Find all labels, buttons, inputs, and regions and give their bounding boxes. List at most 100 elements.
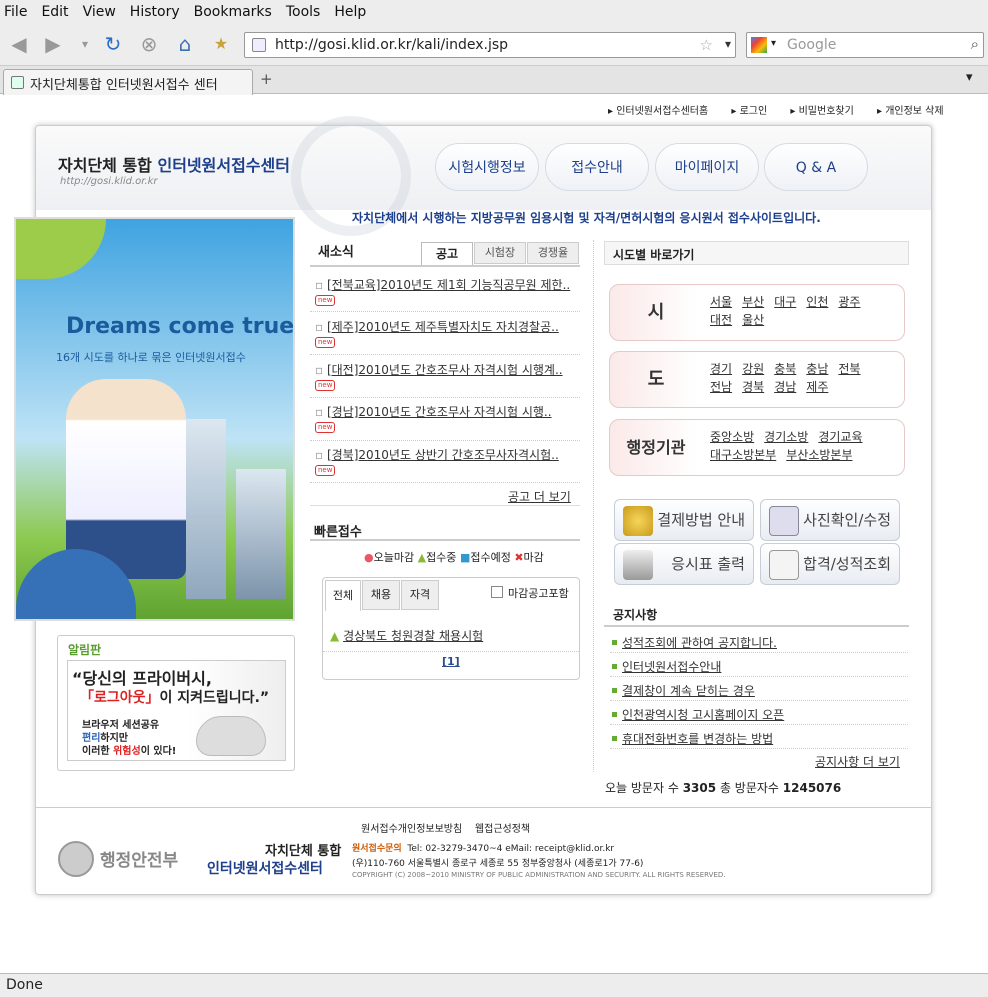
city-link[interactable]: 서울 xyxy=(710,293,732,311)
province-link[interactable]: 경남 xyxy=(774,378,796,396)
include-closed-checkbox[interactable] xyxy=(491,586,503,598)
province-link[interactable]: 충남 xyxy=(806,360,828,378)
privacy-banner[interactable]: “당신의 프라이버시, 「로그아웃」이 지켜드립니다.” 브라우저 세션공유 편… xyxy=(67,660,286,761)
news-tab-competition[interactable]: 경쟁율 xyxy=(527,242,579,264)
engine-dropdown-icon[interactable]: ▾ xyxy=(771,38,776,49)
ministry-seal-icon xyxy=(58,841,94,877)
notice-item[interactable]: 결제창이 계속 닫히는 경우 xyxy=(610,677,908,701)
bookmark-icon[interactable]: ★ xyxy=(208,31,234,57)
site-logo[interactable]: 자치단체 통합 인터넷원서접수센터 xyxy=(58,152,290,176)
print-ticket-button[interactable]: 응시표 출력 xyxy=(614,543,754,585)
city-link[interactable]: 대전 xyxy=(710,311,732,329)
quick-tab-license[interactable]: 자격 xyxy=(401,580,439,610)
toplink-find-password[interactable]: ▸ 비밀번호찾기 xyxy=(790,106,863,117)
banner[interactable]: Dreams come true! 16개 시도를 하나로 묶은 인터넷원서접수 xyxy=(14,217,295,621)
menu-file[interactable]: File xyxy=(4,4,27,20)
nav-reception-guide[interactable]: 접수안내 xyxy=(545,143,649,191)
toplink-home-label: 인터넷원서접수센터홈 xyxy=(616,106,709,117)
footer-accessibility-link[interactable]: 웹접근성정책 xyxy=(475,824,530,835)
news-item[interactable]: ▫ [제주]2010년도 제주특별자치도 자치경찰공..new xyxy=(315,320,579,350)
star-icon[interactable]: ☆ xyxy=(700,36,713,54)
search-bar[interactable]: ▾ Google ⌕ xyxy=(746,32,984,58)
url-dropdown-icon[interactable]: ▾ xyxy=(725,37,731,51)
agency-link[interactable]: 경기소방 xyxy=(764,428,808,446)
history-dropdown-icon[interactable]: ▾ xyxy=(72,31,98,57)
notice-item[interactable]: 인천광역시청 고시홈페이지 오픈 xyxy=(610,701,908,725)
news-tab-notice[interactable]: 공고 xyxy=(421,242,473,266)
news-tab-venue[interactable]: 시험장 xyxy=(474,242,526,264)
notice-item[interactable]: 인터넷원서접수안내 xyxy=(610,653,908,677)
province-link[interactable]: 충북 xyxy=(774,360,796,378)
agency-link[interactable]: 중앙소방 xyxy=(710,428,754,446)
new-badge: new xyxy=(315,380,336,391)
site-identity-icon[interactable] xyxy=(252,38,266,52)
city-link[interactable]: 울산 xyxy=(742,311,764,329)
stop-icon[interactable]: ⊗ xyxy=(136,31,162,57)
search-placeholder: Google xyxy=(787,37,837,53)
news-item-text: [제주]2010년도 제주특별자치도 자치경찰공.. xyxy=(326,320,559,334)
payment-guide-button[interactable]: 결제방법 안내 xyxy=(614,499,754,541)
quick-item[interactable]: ▲ 경상북도 청원경찰 채용시험 xyxy=(330,627,483,644)
result-lookup-button[interactable]: 합격/성적조회 xyxy=(760,543,900,585)
quote2a-text: 「로그아웃」 xyxy=(80,690,160,706)
search-icon[interactable]: ⌕ xyxy=(971,35,979,53)
new-tab-icon[interactable]: + xyxy=(260,70,273,88)
url-bar[interactable]: http://gosi.klid.or.kr/kali/index.jsp ☆ … xyxy=(244,32,736,58)
notice-item-text: 인천광역시청 고시홈페이지 오픈 xyxy=(622,708,785,722)
photo-check-label: 사진확인/수정 xyxy=(803,511,891,529)
toplink-login[interactable]: ▸ 로그인 xyxy=(731,106,777,117)
province-link[interactable]: 강원 xyxy=(742,360,764,378)
menu-tools[interactable]: Tools xyxy=(286,4,321,20)
reload-icon[interactable]: ↻ xyxy=(100,31,126,57)
menu-edit[interactable]: Edit xyxy=(41,4,68,20)
notice-item-text: 성적조회에 관하여 공지합니다. xyxy=(622,636,777,650)
notice-item[interactable]: 휴대전화번호를 변경하는 방법 xyxy=(610,725,908,749)
menu-view[interactable]: View xyxy=(83,4,116,20)
footer-privacy-link[interactable]: 원서접수개인정보보방침 xyxy=(361,824,462,835)
city-link[interactable]: 인천 xyxy=(806,293,828,311)
nav-qna[interactable]: Q & A xyxy=(764,143,868,191)
forward-icon[interactable]: ▶ xyxy=(40,31,66,57)
city-link[interactable]: 광주 xyxy=(838,293,860,311)
divider xyxy=(323,651,579,652)
news-item[interactable]: ▫ [경남]2010년도 간호조무사 자격시험 시행.. new xyxy=(315,405,579,435)
photo-check-button[interactable]: 사진확인/수정 xyxy=(760,499,900,541)
building-image-2 xyxy=(236,469,286,599)
city-link[interactable]: 부산 xyxy=(742,293,764,311)
legend-planned: 접수예정 xyxy=(470,551,511,564)
agency-link[interactable]: 부산소방본부 xyxy=(786,446,852,464)
quick-tab-hire[interactable]: 채용 xyxy=(362,580,400,610)
province-link[interactable]: 전북 xyxy=(838,360,860,378)
google-icon[interactable] xyxy=(751,37,767,53)
news-item[interactable]: ▫ [경북]2010년도 상반기 간호조무사자격시험..new xyxy=(315,448,579,478)
tab-list-icon[interactable]: ▾ xyxy=(966,70,973,85)
notices-more-link[interactable]: 공지사항 더 보기 xyxy=(815,753,900,770)
toplink-delete-info[interactable]: ▸ 개인정보 삭제 xyxy=(877,106,954,117)
province-link[interactable]: 제주 xyxy=(806,378,828,396)
printer-icon xyxy=(623,550,653,580)
province-link[interactable]: 경북 xyxy=(742,378,764,396)
menu-help[interactable]: Help xyxy=(334,4,366,20)
notice-item[interactable]: 성적조회에 관하여 공지합니다. xyxy=(610,629,908,653)
news-item[interactable]: ▫ [대전]2010년도 간호조무사 자격시험 시행계.. new xyxy=(315,363,579,393)
menu-bookmarks[interactable]: Bookmarks xyxy=(194,4,272,20)
nav-mypage[interactable]: 마이페이지 xyxy=(655,143,759,191)
news-more-link[interactable]: 공고 더 보기 xyxy=(508,488,571,505)
city-link[interactable]: 대구 xyxy=(774,293,796,311)
province-link[interactable]: 전남 xyxy=(710,378,732,396)
news-item[interactable]: ▫ [전북교육]2010년도 제1회 기능직공무원 제한..new xyxy=(315,278,579,308)
back-icon[interactable]: ◀ xyxy=(6,31,32,57)
menu-history[interactable]: History xyxy=(130,4,180,20)
tab-active[interactable]: 자치단체통합 인터넷원서접수 센터 xyxy=(3,69,253,95)
pagination[interactable]: [1] xyxy=(442,655,460,668)
agency-link[interactable]: 대구소방본부 xyxy=(710,446,776,464)
privacy-body-1: 브라우저 세션공유 xyxy=(82,720,160,731)
home-icon[interactable]: ⌂ xyxy=(172,31,198,57)
nav-exam-info[interactable]: 시험시행정보 xyxy=(435,143,539,191)
agency-link[interactable]: 경기교육 xyxy=(818,428,862,446)
quick-tab-all[interactable]: 전체 xyxy=(325,580,361,611)
province-link[interactable]: 경기 xyxy=(710,360,732,378)
toplink-home[interactable]: ▸ 인터넷원서접수센터홈 xyxy=(608,106,718,117)
bullet-icon xyxy=(612,712,617,717)
new-badge: new xyxy=(315,422,336,433)
